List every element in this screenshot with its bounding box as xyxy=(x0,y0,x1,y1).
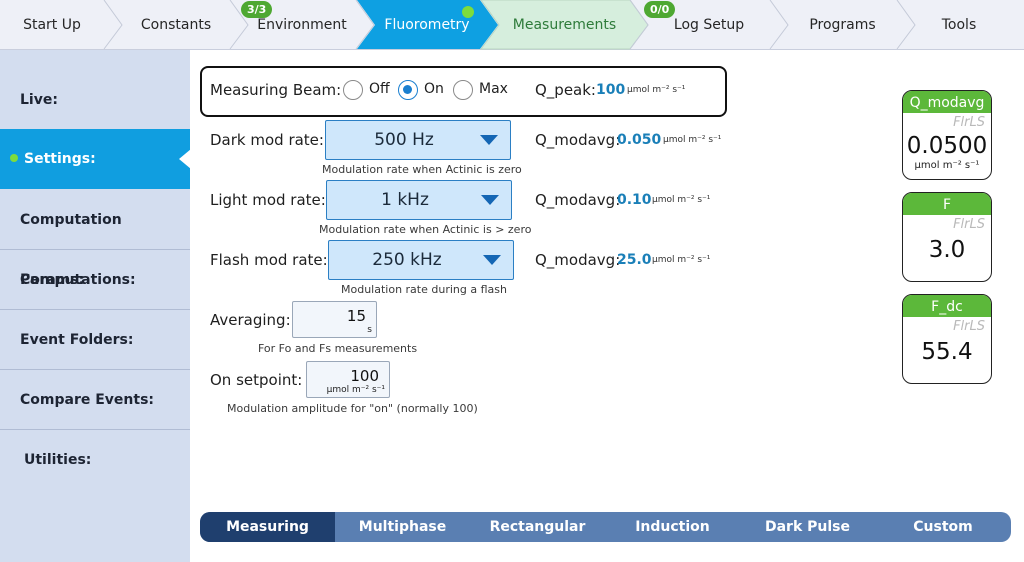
sidebar-item-event-folders[interactable]: Event Folders: xyxy=(0,309,190,369)
beam-off-radio[interactable] xyxy=(343,80,363,100)
on-setpoint-input[interactable]: 100 µmol m⁻² s⁻¹ xyxy=(306,361,390,398)
dark-q-modavg-value: 0.050 xyxy=(617,132,662,148)
card-source: FlrLS xyxy=(953,319,985,334)
f-dc-readout-card: F_dc FlrLS 55.4 xyxy=(902,294,992,384)
active-pointer-icon xyxy=(179,149,191,169)
card-source: FlrLS xyxy=(953,217,985,232)
flash-q-modavg-value: 25.0 xyxy=(617,252,652,268)
dropdown-value: 500 Hz xyxy=(374,130,434,150)
tab-custom[interactable]: Custom xyxy=(875,512,1011,542)
light-q-modavg-label: Q_modavg: xyxy=(535,191,621,209)
card-title: F xyxy=(903,193,991,215)
sidebar-item-label: Settings: xyxy=(24,151,96,167)
nav-tab-tools[interactable]: Tools xyxy=(915,0,1003,49)
sidebar-item-label: Live: xyxy=(20,92,58,108)
card-value: 0.0500 xyxy=(906,133,988,159)
card-source: FlrLS xyxy=(953,115,985,130)
beam-max-label: Max xyxy=(479,81,508,97)
top-navigation-bar: Start Up Constants Environment 3/3 Fluor… xyxy=(0,0,1024,50)
averaging-hint: For Fo and Fs measurements xyxy=(258,342,418,355)
averaging-value: 15 xyxy=(346,307,366,325)
light-mod-rate-label: Light mod rate: xyxy=(210,191,326,209)
card-value: 3.0 xyxy=(928,237,966,263)
measuring-beam-label: Measuring Beam: xyxy=(210,81,342,99)
nav-tab-label: Fluorometry xyxy=(384,17,470,33)
card-title: Q_modavg xyxy=(903,91,991,113)
flash-mod-rate-hint: Modulation rate during a flash xyxy=(341,283,507,296)
beam-on-label: On xyxy=(424,81,444,97)
dark-mod-rate-label: Dark mod rate: xyxy=(210,131,324,149)
sidebar-item-computation-params[interactable]: Computation Params: xyxy=(0,190,190,288)
flash-q-modavg-label: Q_modavg: xyxy=(535,251,621,269)
q-peak-label: Q_peak: xyxy=(535,81,596,99)
protocol-tab-bar: Measuring Multiphase Rectangular Inducti… xyxy=(200,512,1011,542)
dark-mod-rate-dropdown[interactable]: 500 Hz xyxy=(325,120,511,160)
dropdown-value: 1 kHz xyxy=(381,190,429,210)
flash-mod-rate-dropdown[interactable]: 250 kHz xyxy=(328,240,514,280)
q-modavg-readout-card: Q_modavg FlrLS 0.0500 µmol m⁻² s⁻¹ xyxy=(902,90,992,180)
sidebar-item-label: Event Folders: xyxy=(20,332,134,348)
light-q-modavg-unit: µmol m⁻² s⁻¹ xyxy=(652,195,711,205)
dark-mod-rate-hint: Modulation rate when Actinic is zero xyxy=(322,163,522,176)
nav-tab-label: Programs xyxy=(809,17,876,33)
sidebar-item-compare-events[interactable]: Compare Events: xyxy=(0,369,190,429)
q-peak-unit: µmol m⁻² s⁻¹ xyxy=(627,85,686,95)
light-mod-rate-dropdown[interactable]: 1 kHz xyxy=(326,180,512,220)
sidebar-item-utilities[interactable]: Utilities: xyxy=(0,429,190,489)
sidebar-item-label: Compare Events: xyxy=(20,392,154,408)
flash-q-modavg-unit: µmol m⁻² s⁻¹ xyxy=(652,255,711,265)
averaging-input[interactable]: 15 s xyxy=(292,301,377,338)
chevron-down-icon xyxy=(483,255,501,265)
active-bullet-icon xyxy=(10,154,18,162)
nav-tab-programs[interactable]: Programs xyxy=(788,0,897,49)
beam-max-radio[interactable] xyxy=(453,80,473,100)
beam-off-label: Off xyxy=(369,81,390,97)
on-setpoint-value: 100 xyxy=(350,367,379,385)
tab-rectangular[interactable]: Rectangular xyxy=(470,512,605,542)
on-setpoint-unit: µmol m⁻² s⁻¹ xyxy=(326,385,385,395)
flash-mod-rate-label: Flash mod rate: xyxy=(210,251,328,269)
card-value: 55.4 xyxy=(921,339,973,365)
tab-measuring[interactable]: Measuring xyxy=(200,512,335,542)
nav-tab-label: Constants xyxy=(140,17,212,33)
nav-tab-label: Measurements xyxy=(512,17,617,33)
card-unit: µmol m⁻² s⁻¹ xyxy=(914,160,980,171)
tab-induction[interactable]: Induction xyxy=(605,512,740,542)
dark-q-modavg-unit: µmol m⁻² s⁻¹ xyxy=(663,135,722,145)
log-setup-count-badge: 0/0 xyxy=(644,1,676,18)
nav-tab-constants[interactable]: Constants xyxy=(122,0,230,49)
sidebar-item-computations[interactable]: Computations: xyxy=(0,249,190,309)
dropdown-value: 250 kHz xyxy=(372,250,442,270)
sidebar: Live: Settings: Computation Params: Comp… xyxy=(0,50,191,562)
on-setpoint-hint: Modulation amplitude for "on" (normally … xyxy=(227,402,478,415)
q-peak-value: 100 xyxy=(596,82,626,98)
on-setpoint-label: On setpoint: xyxy=(210,371,303,389)
beam-on-radio[interactable] xyxy=(398,80,418,100)
card-title: F_dc xyxy=(903,295,991,317)
sidebar-item-label: Utilities: xyxy=(24,452,92,468)
nav-tab-label: Log Setup xyxy=(673,17,745,33)
averaging-unit: s xyxy=(367,325,372,335)
nav-tab-label: Tools xyxy=(941,17,977,33)
light-q-modavg-value: 0.10 xyxy=(617,192,652,208)
light-mod-rate-hint: Modulation rate when Actinic is > zero xyxy=(319,223,532,236)
nav-tab-start-up[interactable]: Start Up xyxy=(0,0,104,49)
nav-tab-label: Environment xyxy=(257,17,347,33)
tab-dark-pulse[interactable]: Dark Pulse xyxy=(740,512,875,542)
active-status-dot-icon xyxy=(462,6,474,18)
environment-count-badge: 3/3 xyxy=(241,1,273,18)
sidebar-item-live[interactable]: Live: xyxy=(0,70,190,130)
chevron-down-icon xyxy=(481,195,499,205)
f-readout-card: F FlrLS 3.0 xyxy=(902,192,992,282)
dark-q-modavg-label: Q_modavg: xyxy=(535,131,621,149)
chevron-down-icon xyxy=(480,135,498,145)
averaging-label: Averaging: xyxy=(210,311,291,329)
sidebar-item-label: Computations: xyxy=(20,272,136,288)
nav-tab-label: Start Up xyxy=(23,17,81,33)
sidebar-item-settings[interactable]: Settings: xyxy=(0,129,190,189)
nav-tab-measurements[interactable]: Measurements xyxy=(499,0,630,49)
tab-multiphase[interactable]: Multiphase xyxy=(335,512,470,542)
